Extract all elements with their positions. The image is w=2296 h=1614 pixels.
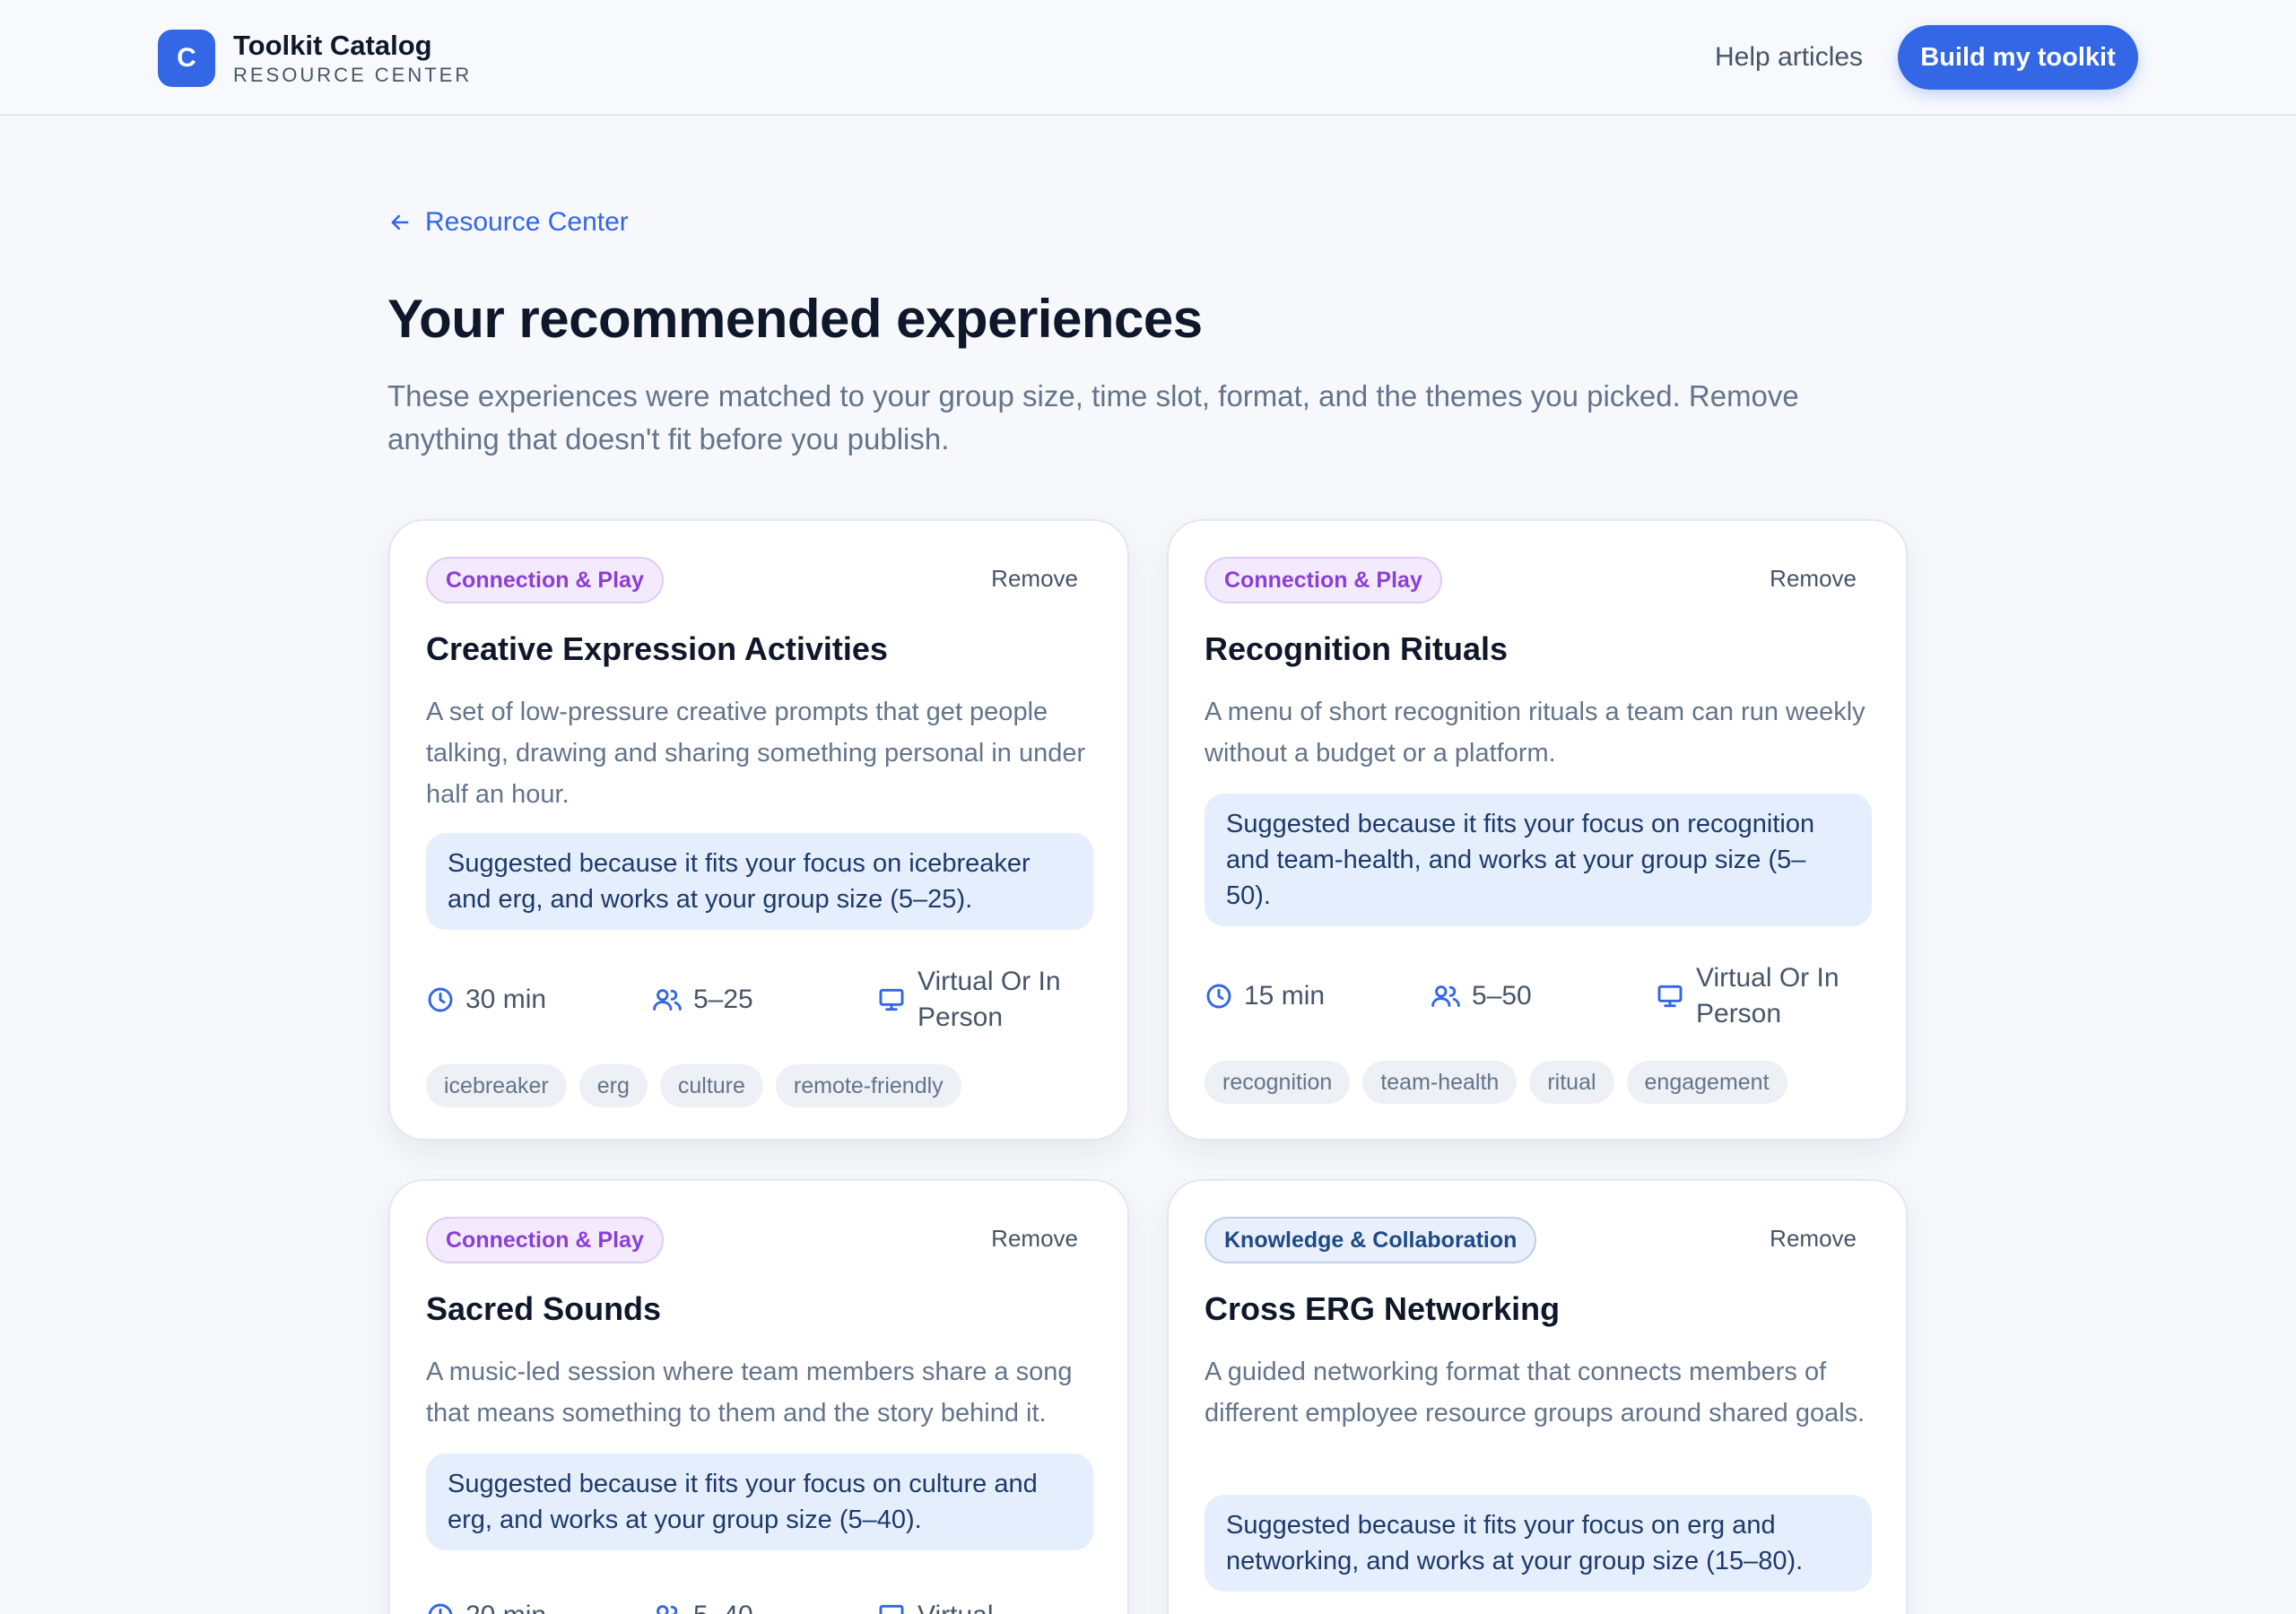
clock-icon — [428, 987, 453, 1012]
card-description: A menu of short recognition rituals a te… — [1205, 698, 1866, 768]
duration: 15 min — [1205, 960, 1325, 1032]
suggestion-note: Suggested because it fits your focus on … — [1205, 794, 1872, 926]
duration-value: 30 min — [465, 985, 547, 1014]
duration-value: 20 min — [465, 1598, 546, 1614]
experience-card: Connection & Play Remove Creative Expres… — [388, 519, 1129, 1141]
monitor-icon — [1657, 985, 1683, 1008]
app-subtitle: RESOURCE CENTER — [233, 64, 473, 86]
duration: 30 min — [426, 964, 546, 1036]
experience-card: Connection & Play Remove Recognition Rit… — [1167, 519, 1908, 1141]
back-to-resource-center-link[interactable]: Resource Center — [387, 204, 629, 240]
suggestion-note: Suggested because it fits your focus on … — [1205, 1495, 1872, 1592]
card-title: Sacred Sounds — [426, 1290, 662, 1327]
group-size-value: 5–50 — [1472, 981, 1532, 1011]
tag: team-health — [1362, 1061, 1518, 1104]
group-size: 5–50 — [1431, 960, 1532, 1032]
breadcrumb-label: Resource Center — [425, 207, 629, 237]
brand-text: Toolkit Catalog RESOURCE CENTER — [233, 29, 472, 88]
format: Virtual — [876, 1580, 1079, 1614]
experience-card: Knowledge & Collaboration Remove Cross E… — [1167, 1179, 1908, 1614]
duration: 20 min — [426, 1580, 546, 1614]
group-size: 5–25 — [652, 964, 753, 1036]
tag: erg — [578, 1064, 648, 1107]
suggestion-note: Suggested because it fits your focus on … — [426, 833, 1093, 930]
tag-list: icebreaker erg culture remote-friendly — [426, 1064, 961, 1107]
duration-value: 15 min — [1244, 981, 1326, 1011]
brand[interactable]: C Toolkit Catalog RESOURCE CENTER — [158, 29, 472, 88]
card-description: A music-led session where team members s… — [426, 1358, 1073, 1427]
help-articles-link[interactable]: Help articles — [1715, 39, 1863, 75]
group-size-value: 5–40 — [693, 1598, 753, 1614]
top-bar: C Toolkit Catalog RESOURCE CENTER Help a… — [0, 0, 2296, 116]
users-icon — [653, 989, 682, 1011]
tag-list: recognition team-health ritual engagemen… — [1205, 1061, 1787, 1104]
experience-card: Connection & Play Remove Sacred Sounds A… — [388, 1179, 1129, 1614]
tag: engagement — [1626, 1061, 1787, 1104]
remove-button[interactable]: Remove — [991, 1222, 1078, 1254]
format-value: Virtual — [918, 1598, 1079, 1614]
category-chip: Connection & Play — [426, 557, 664, 603]
clock-icon — [428, 1603, 453, 1614]
category-chip: Connection & Play — [1205, 557, 1442, 603]
monitor-icon — [879, 988, 904, 1011]
card-title: Creative Expression Activities — [426, 630, 888, 667]
tag: culture — [659, 1064, 763, 1107]
page-description: These experiences were matched to your g… — [387, 379, 1799, 456]
format: Virtual Or In Person — [1655, 960, 1857, 1032]
tag: ritual — [1529, 1061, 1614, 1104]
card-meta: 15 min 5–50 Virtual Or In Person — [1205, 960, 1877, 1032]
users-icon — [657, 1605, 678, 1614]
suggestion-note: Suggested because it fits your focus on … — [426, 1453, 1093, 1550]
monitor-icon — [879, 1604, 904, 1614]
card-description: A set of low-pressure creative prompts t… — [426, 698, 1086, 809]
format-value: Virtual Or In Person — [918, 967, 1061, 1032]
card-meta: 20 min 5–40 Virtual — [426, 1580, 1099, 1614]
remove-button[interactable]: Remove — [1770, 562, 1857, 594]
remove-button[interactable]: Remove — [991, 562, 1078, 594]
format: Virtual Or In Person — [876, 964, 1079, 1036]
logo: C — [158, 30, 215, 87]
category-chip: Connection & Play — [426, 1217, 664, 1263]
tag: remote-friendly — [775, 1064, 961, 1107]
remove-button[interactable]: Remove — [1770, 1222, 1857, 1254]
tag: recognition — [1205, 1061, 1351, 1104]
users-icon — [1431, 985, 1460, 1007]
format-value: Virtual Or In Person — [1696, 963, 1839, 1028]
card-description: A guided networking format that connects… — [1205, 1358, 1866, 1427]
build-toolkit-button[interactable]: Build my toolkit — [1898, 25, 2138, 90]
app-title: Toolkit Catalog — [233, 30, 432, 61]
group-size-value: 5–25 — [693, 985, 753, 1014]
tag: icebreaker — [426, 1064, 567, 1107]
page-title: Your recommended experiences — [387, 289, 1203, 349]
group-size: 5–40 — [652, 1580, 753, 1614]
clock-icon — [1206, 984, 1231, 1009]
card-title: Recognition Rituals — [1205, 630, 1509, 667]
arrow-left-icon — [391, 214, 409, 230]
card-title: Cross ERG Networking — [1205, 1290, 1561, 1327]
category-chip: Knowledge & Collaboration — [1205, 1217, 1537, 1263]
card-meta: 30 min 5–25 Virtual Or In Person — [426, 964, 1099, 1036]
